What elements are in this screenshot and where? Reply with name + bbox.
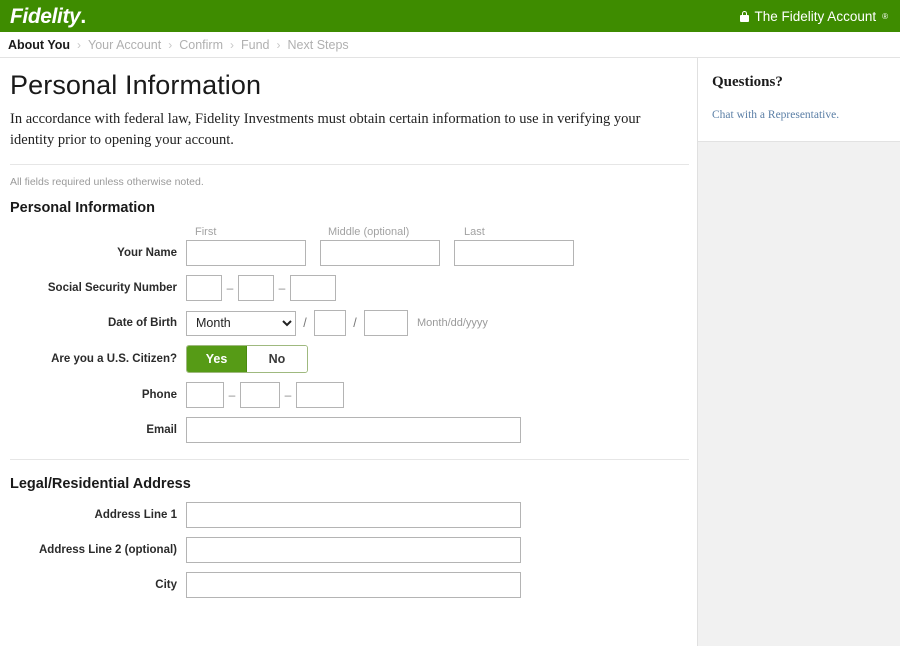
logo-text: Fidelity (10, 5, 80, 28)
label-address-line-2: Address Line 2 (optional) (8, 544, 186, 556)
address-line-2-fields (186, 537, 521, 563)
sublabel-first: First (195, 226, 328, 238)
section-heading-legal-residential-address: Legal/Residential Address (10, 476, 689, 492)
breadcrumb-step-next-steps[interactable]: Next Steps (288, 38, 349, 52)
address-line-2-input[interactable] (186, 537, 521, 563)
form-row-city: City (8, 572, 689, 598)
page-intro-text: In accordance with federal law, Fidelity… (10, 109, 682, 150)
fidelity-logo[interactable]: Fidelity. (8, 6, 86, 27)
breadcrumb-separator: › (168, 38, 172, 52)
label-phone: Phone (8, 389, 186, 401)
dob-month-select[interactable]: MonthJanuaryFebruaryMarchAprilMayJuneJul… (186, 311, 296, 336)
form-row-address-line-1: Address Line 1 (8, 502, 689, 528)
form-row-social-security-number: Social Security Number – – (8, 275, 689, 301)
email-input[interactable] (186, 417, 521, 443)
us-citizen-fields: Yes No (186, 345, 308, 373)
label-us-citizen: Are you a U.S. Citizen? (8, 353, 186, 365)
date-of-birth-fields: MonthJanuaryFebruaryMarchAprilMayJuneJul… (186, 310, 488, 336)
phone-dash-separator: – (224, 388, 240, 402)
label-email: Email (8, 424, 186, 436)
top-header-bar: Fidelity. The Fidelity Account ® (0, 0, 900, 32)
us-citizen-no-option[interactable]: No (247, 346, 307, 372)
required-fields-note: All fields required unless otherwise not… (10, 176, 689, 188)
dob-slash-separator: / (296, 316, 314, 330)
form-row-us-citizen: Are you a U.S. Citizen? Yes No (8, 345, 689, 373)
name-sublabel-row: First Middle (optional) Last (8, 226, 689, 238)
lock-icon (740, 11, 749, 22)
dob-day-input[interactable] (314, 310, 346, 336)
account-type-indicator: The Fidelity Account ® (740, 9, 890, 24)
ssn-part3-input[interactable] (290, 275, 336, 301)
label-address-line-1: Address Line 1 (8, 509, 186, 521)
dob-slash-separator: / (346, 316, 364, 330)
ssn-part2-input[interactable] (238, 275, 274, 301)
page-body: Personal Information In accordance with … (0, 57, 900, 646)
section-heading-personal-information: Personal Information (10, 200, 689, 216)
address-section-divider (10, 459, 689, 460)
intro-divider (10, 164, 689, 165)
form-row-phone: Phone – – (8, 382, 689, 408)
label-social-security-number: Social Security Number (8, 282, 186, 294)
sidebar: Questions? Chat with a Representative. (697, 58, 900, 646)
breadcrumb-step-about-you[interactable]: About You (8, 38, 70, 52)
breadcrumb-separator: › (277, 38, 281, 52)
dob-year-input[interactable] (364, 310, 408, 336)
breadcrumb-separator: › (230, 38, 234, 52)
middle-name-input[interactable] (320, 240, 440, 266)
logo-period: . (80, 5, 85, 28)
questions-card: Questions? Chat with a Representative. (698, 58, 900, 142)
last-name-input[interactable] (454, 240, 574, 266)
ssn-dash-separator: – (222, 281, 238, 295)
breadcrumb-step-your-account[interactable]: Your Account (88, 38, 161, 52)
registered-trademark-symbol: ® (882, 12, 888, 21)
dob-format-hint: Month/dd/yyyy (417, 317, 488, 329)
form-row-address-line-2: Address Line 2 (optional) (8, 537, 689, 563)
first-name-input[interactable] (186, 240, 306, 266)
breadcrumb: About You › Your Account › Confirm › Fun… (0, 32, 900, 57)
form-row-email: Email (8, 417, 689, 443)
label-your-name: Your Name (8, 247, 186, 259)
phone-line-input[interactable] (296, 382, 344, 408)
ssn-fields: – – (186, 275, 336, 301)
us-citizen-toggle: Yes No (186, 345, 308, 373)
main-content: Personal Information In accordance with … (0, 58, 697, 646)
phone-fields: – – (186, 382, 344, 408)
form-row-your-name: Your Name (8, 240, 689, 266)
label-date-of-birth: Date of Birth (8, 317, 186, 329)
page-title: Personal Information (10, 70, 689, 101)
city-fields (186, 572, 521, 598)
breadcrumb-step-fund[interactable]: Fund (241, 38, 270, 52)
label-city: City (8, 579, 186, 591)
email-fields (186, 417, 521, 443)
chat-with-representative-link[interactable]: Chat with a Representative. (712, 109, 839, 121)
form-row-date-of-birth: Date of Birth MonthJanuaryFebruaryMarchA… (8, 310, 689, 336)
your-name-fields (186, 240, 574, 266)
breadcrumb-separator: › (77, 38, 81, 52)
sublabel-last: Last (464, 226, 584, 238)
sublabel-middle: Middle (optional) (328, 226, 464, 238)
account-type-label: The Fidelity Account (755, 9, 877, 24)
phone-dash-separator: – (280, 388, 296, 402)
ssn-part1-input[interactable] (186, 275, 222, 301)
questions-title: Questions? (712, 74, 886, 91)
address-line-1-fields (186, 502, 521, 528)
city-input[interactable] (186, 572, 521, 598)
address-line-1-input[interactable] (186, 502, 521, 528)
phone-prefix-input[interactable] (240, 382, 280, 408)
phone-area-code-input[interactable] (186, 382, 224, 408)
ssn-dash-separator: – (274, 281, 290, 295)
us-citizen-yes-option[interactable]: Yes (187, 346, 247, 372)
breadcrumb-step-confirm[interactable]: Confirm (179, 38, 223, 52)
